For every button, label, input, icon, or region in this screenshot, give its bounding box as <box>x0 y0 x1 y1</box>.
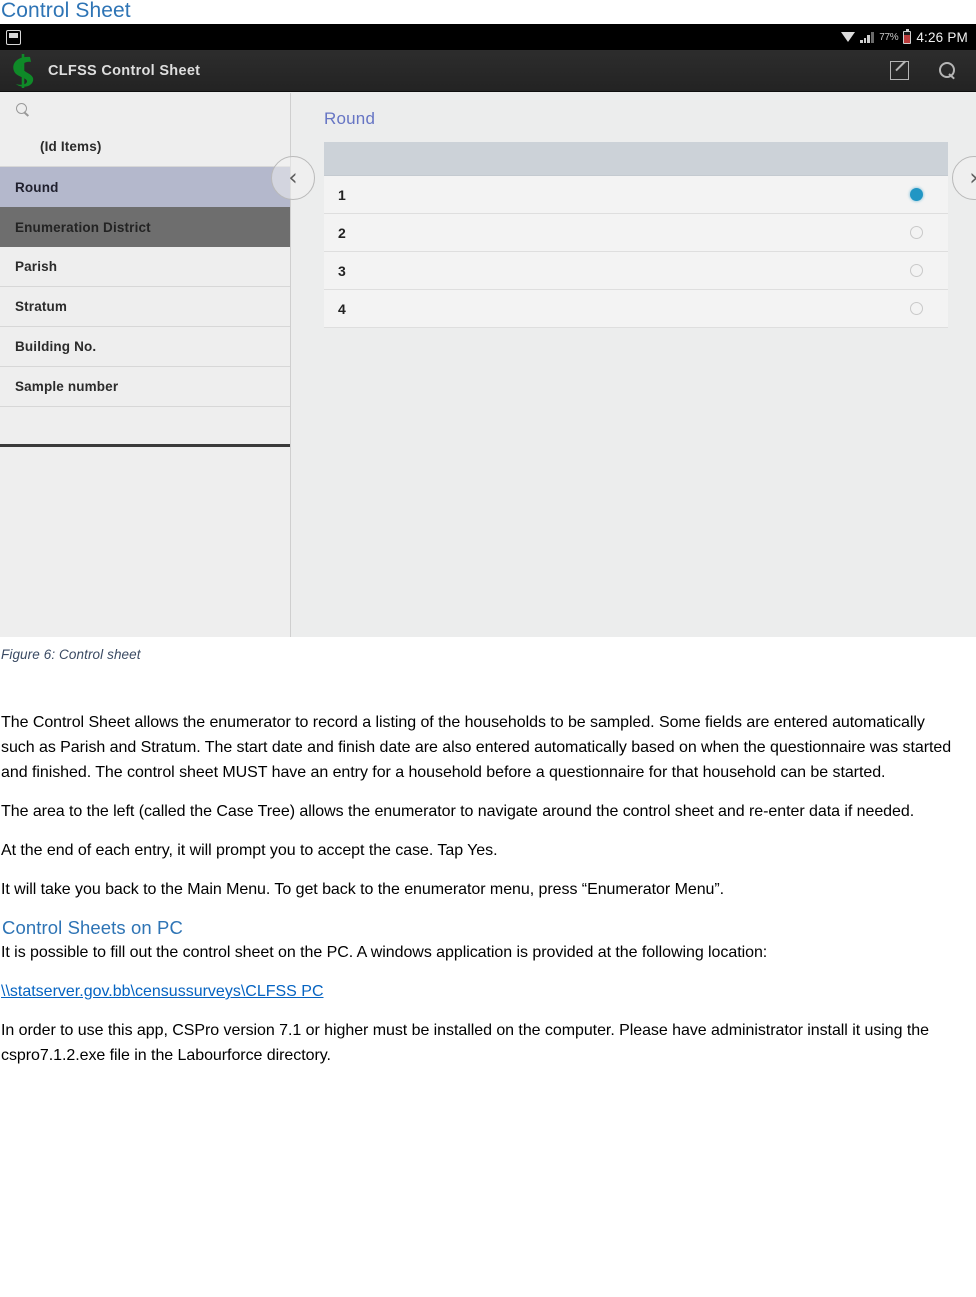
paragraph: The Control Sheet allows the enumerator … <box>1 714 952 781</box>
battery-percent-label: 77% <box>879 31 899 43</box>
options-header-row <box>324 142 948 176</box>
paragraph: The area to the left (called the Case Tr… <box>1 803 915 820</box>
wifi-icon <box>841 31 856 43</box>
android-status-bar: 77% 4:26 PM <box>0 24 976 50</box>
option-label: 3 <box>338 262 346 279</box>
document-body: The Control Sheet allows the enumerator … <box>0 662 976 1068</box>
case-tree-item-stratum[interactable]: Stratum <box>0 287 290 327</box>
case-tree-item-label: Enumeration District <box>15 219 151 235</box>
section-heading: Control Sheets on PC <box>2 917 183 938</box>
status-bar-clock: 4:26 PM <box>916 29 968 45</box>
case-tree-list: (Id Items) Round Enumeration District Pa… <box>0 127 290 447</box>
field-panel: Round 1 2 3 4 ‹ <box>271 93 976 637</box>
case-tree-item-building-no[interactable]: Building No. <box>0 327 290 367</box>
network-path-link[interactable]: \\statserver.gov.bb\censussurveys\CLFSS … <box>1 979 324 1004</box>
case-tree: (Id Items) Round Enumeration District Pa… <box>0 93 291 637</box>
case-tree-item-label: (Id Items) <box>40 139 102 154</box>
chevron-left-icon[interactable]: ‹ <box>271 156 315 200</box>
search-icon[interactable] <box>939 62 956 79</box>
case-tree-item-label: Parish <box>15 259 58 274</box>
app-content: (Id Items) Round Enumeration District Pa… <box>0 93 976 637</box>
chevron-left-glyph: ‹ <box>288 164 298 191</box>
case-tree-search[interactable] <box>0 93 290 127</box>
paragraph: It is possible to fill out the control s… <box>1 944 768 961</box>
edit-icon[interactable] <box>890 61 909 80</box>
case-tree-item-label: Building No. <box>15 339 97 354</box>
case-tree-item-parish[interactable]: Parish <box>0 247 290 287</box>
field-label: Round <box>324 109 376 128</box>
case-tree-item-sample-number[interactable]: Sample number <box>0 367 290 407</box>
page-title: Control Sheet <box>1 0 131 22</box>
case-tree-item-enumeration-district[interactable]: Enumeration District <box>0 207 290 247</box>
paragraph: It will take you back to the Main Menu. … <box>1 881 725 898</box>
radio-button-icon[interactable] <box>910 264 923 277</box>
option-label: 1 <box>338 186 346 203</box>
cellular-signal-icon <box>860 31 874 43</box>
case-tree-item-round[interactable]: Round <box>0 167 290 207</box>
radio-button-icon[interactable] <box>910 226 923 239</box>
app-bar: CLFSS Control Sheet <box>0 50 976 92</box>
chevron-right-icon[interactable]: › <box>952 156 976 200</box>
round-options-list: 1 2 3 4 <box>324 142 948 328</box>
figure-caption: Figure 6: Control sheet <box>1 647 141 662</box>
option-label: 2 <box>338 224 346 241</box>
battery-icon <box>903 28 912 44</box>
case-tree-item-label: Round <box>15 179 59 195</box>
clfss-logo-icon <box>6 53 40 89</box>
case-tree-item-label: Stratum <box>15 299 68 314</box>
radio-button-icon[interactable] <box>910 302 923 315</box>
search-icon[interactable] <box>16 103 30 117</box>
case-tree-item-label: Sample number <box>15 379 119 394</box>
case-tree-item-id-items[interactable]: (Id Items) <box>0 127 290 167</box>
status-bar-left <box>6 29 21 45</box>
chevron-right-glyph: › <box>969 166 976 190</box>
status-bar-right: 77% 4:26 PM <box>841 28 968 45</box>
app-bar-title: CLFSS Control Sheet <box>48 62 201 79</box>
radio-button-icon[interactable] <box>910 188 923 201</box>
control-sheet-screenshot: 77% 4:26 PM CLFSS Control Sheet (Id Item… <box>0 24 976 637</box>
paragraph: At the end of each entry, it will prompt… <box>1 842 498 859</box>
option-label: 4 <box>338 300 346 317</box>
option-row[interactable]: 1 <box>324 176 948 214</box>
sd-card-icon <box>6 29 21 45</box>
app-bar-actions <box>890 61 962 80</box>
paragraph: In order to use this app, CSPro version … <box>1 1022 929 1064</box>
option-row[interactable]: 3 <box>324 252 948 290</box>
case-tree-item-listing-record[interactable] <box>0 407 290 447</box>
option-row[interactable]: 4 <box>324 290 948 328</box>
option-row[interactable]: 2 <box>324 214 948 252</box>
